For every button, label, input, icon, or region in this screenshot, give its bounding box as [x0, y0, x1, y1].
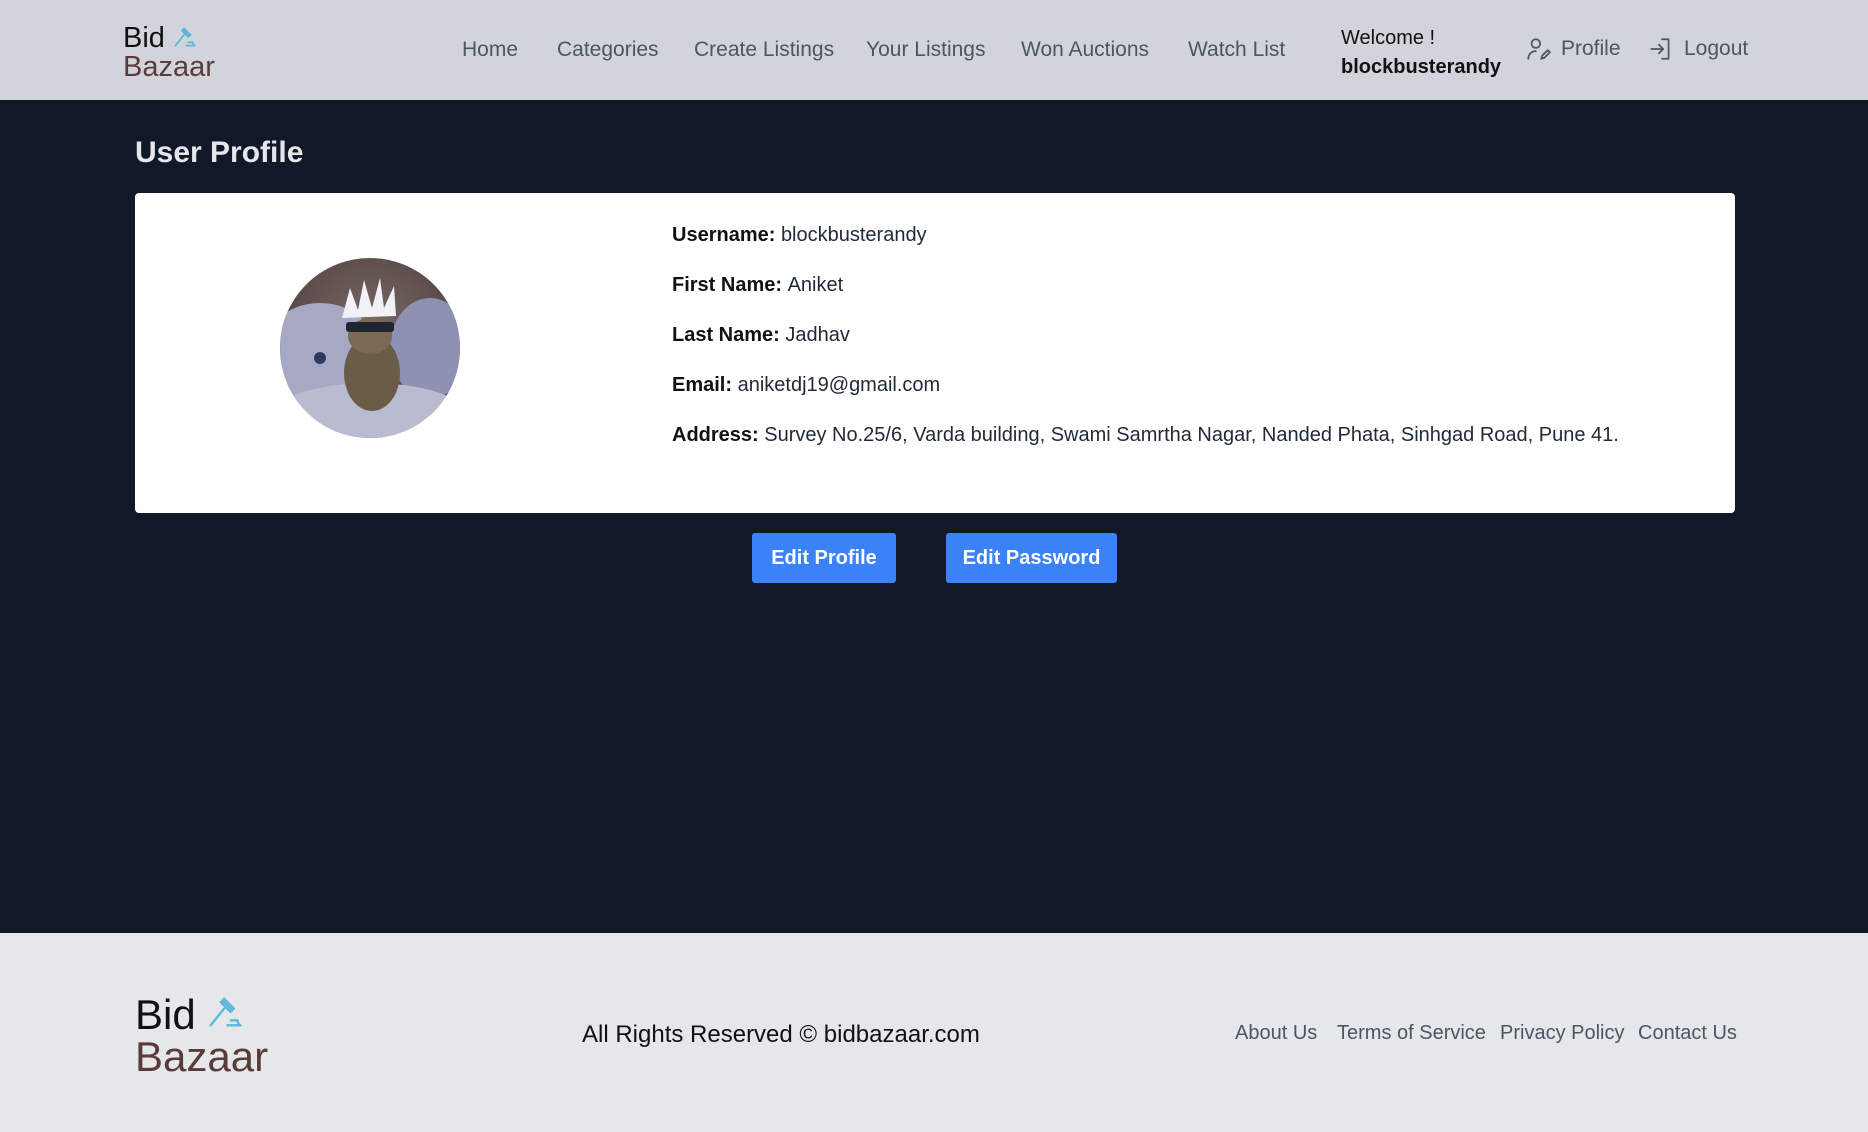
avatar [280, 258, 460, 438]
gavel-icon [174, 26, 196, 47]
logout-link[interactable]: Logout [1648, 36, 1748, 62]
nav-your-listings[interactable]: Your Listings [866, 38, 985, 62]
last-name-row: Last Name: Jadhav [672, 324, 850, 347]
edit-profile-button[interactable]: Edit Profile [752, 533, 896, 583]
edit-password-button[interactable]: Edit Password [946, 533, 1117, 583]
footer-brand-logo[interactable]: Bid Bazaar [135, 994, 268, 1078]
email-row: Email: aniketdj19@gmail.com [672, 374, 940, 397]
gavel-icon [209, 997, 242, 1027]
email-value: aniketdj19@gmail.com [737, 374, 941, 396]
top-navbar: Bid Bazaar Home Categories Create Listin… [0, 0, 1868, 100]
username-value: blockbusterandy [780, 224, 927, 246]
last-name-value: Jadhav [785, 324, 850, 346]
footer-link-terms[interactable]: Terms of Service [1337, 1022, 1486, 1045]
page-title: User Profile [135, 136, 304, 169]
email-label: Email: [672, 374, 738, 396]
footer-link-about[interactable]: About Us [1235, 1022, 1317, 1045]
footer-link-privacy[interactable]: Privacy Policy [1500, 1022, 1624, 1045]
welcome-message: Welcome ! blockbusterandy [1341, 24, 1501, 82]
address-label: Address: [672, 424, 765, 446]
user-edit-icon [1527, 38, 1551, 60]
footer-brand-line2: Bazaar [135, 1033, 269, 1080]
profile-link[interactable]: Profile [1525, 36, 1621, 62]
footer-link-contact[interactable]: Contact Us [1638, 1022, 1737, 1045]
first-name-value: Aniket [787, 274, 844, 296]
welcome-text: Welcome ! [1341, 27, 1436, 49]
brand-line2: Bazaar [123, 51, 215, 83]
address-row: Address: Survey No.25/6, Varda building,… [672, 424, 1619, 447]
welcome-username: blockbusterandy [1341, 56, 1502, 78]
login-arrow-icon [1650, 38, 1670, 60]
nav-home[interactable]: Home [462, 38, 518, 62]
profile-card: Username: blockbusterandy First Name: An… [135, 193, 1735, 513]
profile-link-label: Profile [1561, 37, 1621, 60]
address-value: Survey No.25/6, Varda building, Swami Sa… [764, 424, 1619, 446]
avatar-image [280, 258, 460, 438]
footer-brand-line1: Bid [135, 991, 196, 1038]
logout-link-label: Logout [1684, 37, 1749, 60]
brand-logo[interactable]: Bid Bazaar [123, 24, 215, 82]
username-label: Username: [672, 224, 781, 246]
footer-copyright: All Rights Reserved © bidbazaar.com [582, 1021, 980, 1048]
nav-categories[interactable]: Categories [557, 38, 659, 62]
first-name-label: First Name: [672, 274, 788, 296]
last-name-label: Last Name: [672, 324, 786, 346]
nav-watch-list[interactable]: Watch List [1188, 38, 1285, 62]
nav-create-listings[interactable]: Create Listings [694, 38, 834, 62]
username-row: Username: blockbusterandy [672, 224, 927, 247]
first-name-row: First Name: Aniket [672, 274, 843, 297]
nav-won-auctions[interactable]: Won Auctions [1021, 38, 1149, 62]
brand-line1: Bid [123, 22, 165, 54]
